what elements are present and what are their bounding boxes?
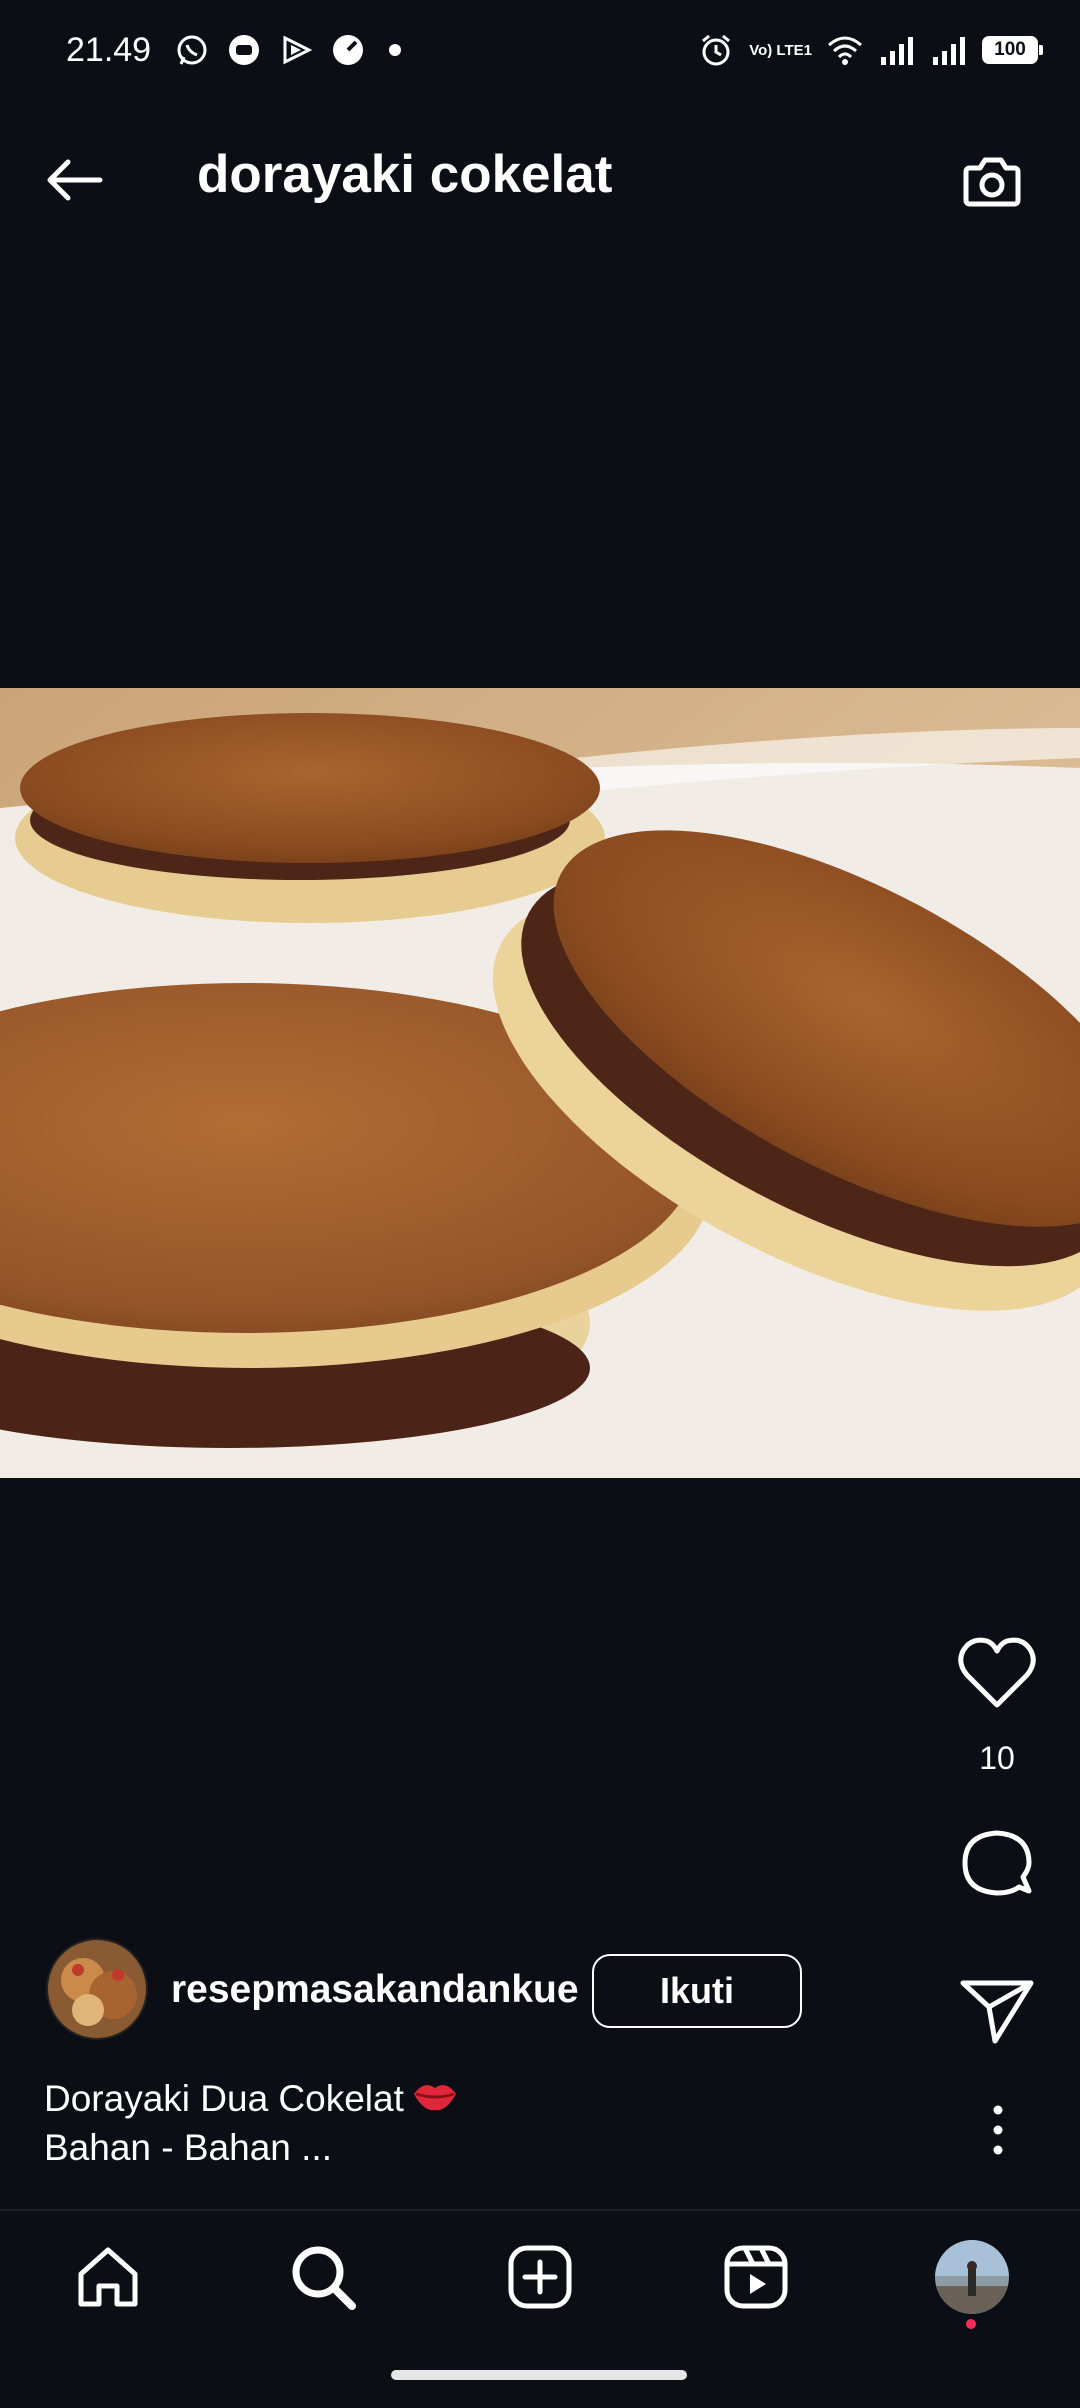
speedometer-icon xyxy=(329,31,367,69)
profile-notification-dot xyxy=(966,2319,976,2329)
wifi-icon xyxy=(826,31,864,69)
comment-icon xyxy=(962,1830,1032,1896)
back-arrow-icon xyxy=(47,159,103,201)
author-row: resepmasakandankue Ikuti xyxy=(46,1938,806,2042)
nav-reels[interactable] xyxy=(716,2237,796,2317)
status-time: 21.49 xyxy=(66,30,152,69)
author-avatar[interactable] xyxy=(46,1938,148,2040)
more-notifications-dot xyxy=(389,44,402,56)
volte-icon: Vo) LTE1 xyxy=(749,41,812,59)
status-bar: 21.49 Vo) LTE1 100 xyxy=(0,0,1080,100)
comment-button[interactable] xyxy=(950,1825,1044,1905)
profile-avatar xyxy=(935,2240,1009,2314)
avatar-image xyxy=(48,1940,146,2038)
bottom-nav xyxy=(0,2211,1080,2341)
search-icon xyxy=(292,2246,356,2310)
caption[interactable]: Dorayaki Dua Cokelat Bahan - Bahan ... xyxy=(44,2076,458,2171)
nav-create[interactable] xyxy=(500,2237,580,2317)
nav-profile[interactable] xyxy=(932,2237,1012,2317)
home-indicator[interactable] xyxy=(391,2370,687,2380)
back-button[interactable] xyxy=(40,145,110,215)
more-vertical-icon xyxy=(993,2105,1003,2155)
lips-emoji-icon xyxy=(412,2078,458,2125)
caption-line-2: Bahan - Bahan ... xyxy=(44,2126,332,2168)
nav-home[interactable] xyxy=(68,2237,148,2317)
battery-indicator: 100 xyxy=(982,36,1043,64)
like-button[interactable] xyxy=(950,1635,1044,1711)
like-count[interactable]: 10 xyxy=(950,1740,1044,1777)
camera-button[interactable] xyxy=(956,146,1026,216)
share-button[interactable] xyxy=(950,1975,1044,2047)
more-options-button[interactable] xyxy=(980,2100,1016,2160)
nav-search[interactable] xyxy=(283,2237,363,2317)
heart-icon xyxy=(958,1637,1036,1708)
status-left: 21.49 xyxy=(66,30,402,70)
camera-icon xyxy=(963,157,1021,207)
caption-title: Dorayaki Dua Cokelat xyxy=(44,2078,404,2119)
reels-icon xyxy=(724,2245,788,2309)
dorayaki-photo xyxy=(0,688,1080,1478)
follow-button[interactable]: Ikuti xyxy=(592,1954,802,2028)
messenger-icon xyxy=(225,31,263,69)
caption-line-1: Dorayaki Dua Cokelat xyxy=(44,2076,458,2125)
send-icon xyxy=(960,1980,1034,2044)
post-image[interactable] xyxy=(0,688,1080,1478)
signal-2-icon xyxy=(930,31,968,69)
signal-1-icon xyxy=(878,31,916,69)
header: dorayaki cokelat xyxy=(0,120,1080,240)
play-icon xyxy=(277,31,315,69)
author-username[interactable]: resepmasakandankue xyxy=(171,1968,579,2012)
whatsapp-icon xyxy=(173,31,211,69)
status-right: Vo) LTE1 100 xyxy=(697,31,1043,69)
alarm-icon xyxy=(697,31,735,69)
create-icon xyxy=(508,2245,572,2309)
home-icon xyxy=(78,2247,138,2307)
page-title: dorayaki cokelat xyxy=(197,145,613,204)
